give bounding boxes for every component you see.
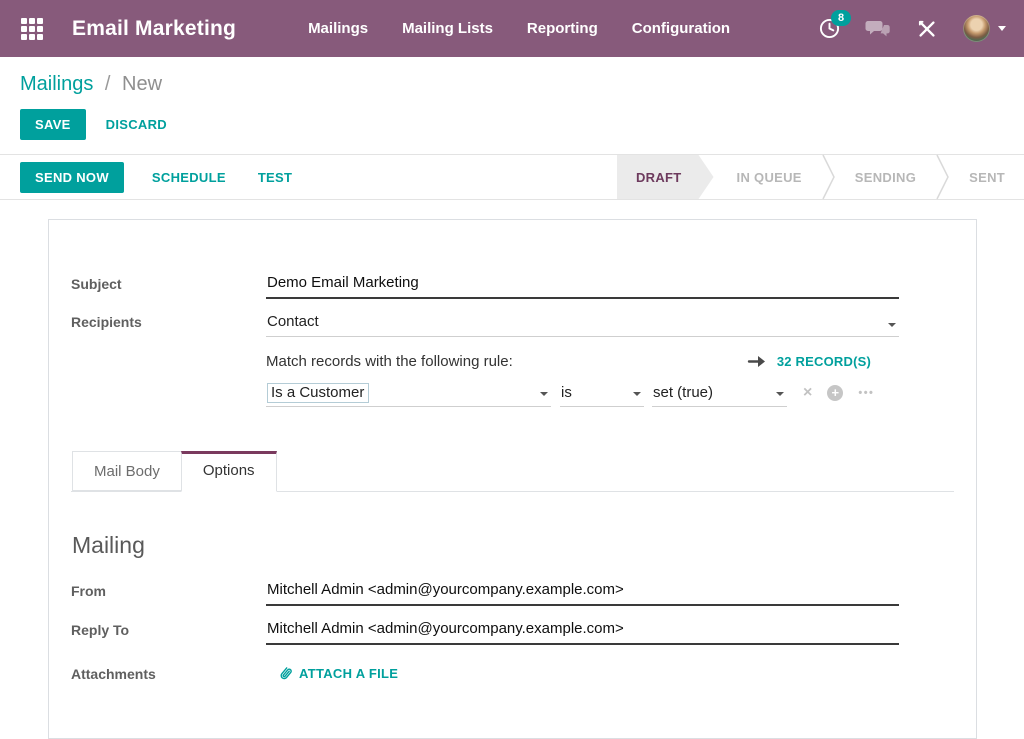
reply-to-row: Reply To Mitchell Admin <admin@yourcompa…	[71, 620, 954, 645]
control-panel: Mailings / New SAVE DISCARD	[0, 57, 1024, 140]
record-count-button[interactable]: 32 RECORD(S)	[777, 354, 871, 369]
navbar-systray: 8	[819, 15, 1006, 42]
right-arrow-icon	[747, 354, 767, 369]
recipients-label: Recipients	[71, 314, 266, 337]
top-navbar: Email Marketing Mailings Mailing Lists R…	[0, 0, 1024, 57]
activities-button[interactable]: 8	[819, 18, 840, 39]
rule-value-select[interactable]: set (true)	[652, 382, 787, 407]
tools-icon	[916, 18, 938, 40]
stage-pipeline: DRAFT IN QUEUE SENDING SENT	[617, 155, 1024, 199]
apps-grid-icon	[21, 18, 43, 40]
schedule-button[interactable]: SCHEDULE	[148, 162, 230, 193]
rule-add-button[interactable]: +	[827, 385, 843, 401]
stage-sending[interactable]: SENDING	[836, 155, 935, 199]
caret-down-icon	[776, 392, 784, 396]
save-button[interactable]: SAVE	[20, 109, 86, 140]
options-tab-content: Mailing From Mitchell Admin <admin@yourc…	[71, 532, 954, 686]
reply-to-input[interactable]: Mitchell Admin <admin@yourcompany.exampl…	[266, 620, 899, 645]
stage-in-queue[interactable]: IN QUEUE	[718, 155, 821, 199]
stage-separator-icon	[935, 154, 950, 200]
rule-actions: × + •••	[803, 385, 874, 407]
activity-count-badge: 8	[831, 10, 851, 26]
tab-options[interactable]: Options	[181, 451, 277, 492]
match-rule-row: Match records with the following rule: 3…	[71, 353, 954, 370]
rule-value-text: set (true)	[653, 384, 713, 401]
stage-separator-icon	[821, 154, 836, 200]
from-label: From	[71, 583, 266, 606]
main-menu: Mailings Mailing Lists Reporting Configu…	[306, 14, 732, 43]
rule-field-value: Is a Customer	[267, 383, 369, 403]
user-avatar	[963, 15, 990, 42]
reply-to-label: Reply To	[71, 622, 266, 645]
caret-down-icon	[540, 392, 548, 396]
form-sheet: Subject Demo Email Marketing Recipients …	[48, 219, 977, 739]
rule-branch-button[interactable]: •••	[858, 387, 874, 399]
mailing-section-title: Mailing	[71, 532, 954, 559]
from-row: From Mitchell Admin <admin@yourcompany.e…	[71, 581, 954, 606]
breadcrumb-mailings[interactable]: Mailings	[20, 73, 93, 95]
user-menu[interactable]	[963, 15, 1006, 42]
recipients-select[interactable]: Contact	[266, 313, 899, 337]
breadcrumb-separator: /	[105, 73, 111, 95]
menu-reporting[interactable]: Reporting	[525, 14, 600, 43]
record-actions: SAVE DISCARD	[20, 109, 1004, 140]
test-button[interactable]: TEST	[254, 162, 296, 193]
recipients-row: Recipients Contact	[71, 313, 954, 337]
rule-field-select[interactable]: Is a Customer	[266, 382, 551, 407]
paperclip-icon	[275, 662, 297, 684]
recipients-value: Contact	[267, 313, 319, 330]
breadcrumb: Mailings / New	[20, 73, 1004, 96]
menu-mailings[interactable]: Mailings	[306, 14, 370, 43]
from-input[interactable]: Mitchell Admin <admin@yourcompany.exampl…	[266, 581, 899, 606]
menu-mailing-lists[interactable]: Mailing Lists	[400, 14, 495, 43]
chat-icon	[865, 18, 891, 40]
breadcrumb-current: New	[122, 73, 162, 95]
subject-row: Subject Demo Email Marketing	[71, 274, 954, 299]
caret-down-icon	[633, 392, 641, 396]
rule-operator-value: is	[561, 384, 572, 401]
attachments-row: Attachments ATTACH A FILE	[71, 661, 954, 686]
menu-configuration[interactable]: Configuration	[630, 14, 732, 43]
messages-button[interactable]	[865, 18, 891, 40]
chevron-down-icon	[998, 26, 1006, 31]
rule-operator-select[interactable]: is	[560, 382, 644, 407]
rule-remove-button[interactable]: ×	[803, 386, 812, 400]
stage-sent[interactable]: SENT	[950, 155, 1024, 199]
attach-a-file-button[interactable]: ATTACH A FILE	[266, 661, 398, 685]
support-tools-button[interactable]	[916, 18, 938, 40]
apps-menu-button[interactable]	[14, 11, 50, 47]
notebook-tabs: Mail Body Options	[71, 451, 954, 492]
match-rule-text: Match records with the following rule:	[266, 353, 513, 370]
send-now-button[interactable]: SEND NOW	[20, 162, 124, 193]
tab-mail-body[interactable]: Mail Body	[72, 451, 181, 491]
statusbar: SEND NOW SCHEDULE TEST DRAFT IN QUEUE SE…	[0, 154, 1024, 200]
attachments-label: Attachments	[71, 666, 266, 682]
caret-down-icon	[888, 323, 896, 327]
attach-a-file-label: ATTACH A FILE	[299, 666, 398, 681]
subject-label: Subject	[71, 276, 266, 299]
stage-draft[interactable]: DRAFT	[617, 155, 714, 199]
domain-rule-row: Is a Customer is set (true) × + •••	[266, 382, 954, 407]
subject-input[interactable]: Demo Email Marketing	[266, 274, 899, 299]
discard-button[interactable]: DISCARD	[102, 109, 171, 140]
app-title[interactable]: Email Marketing	[72, 17, 236, 41]
